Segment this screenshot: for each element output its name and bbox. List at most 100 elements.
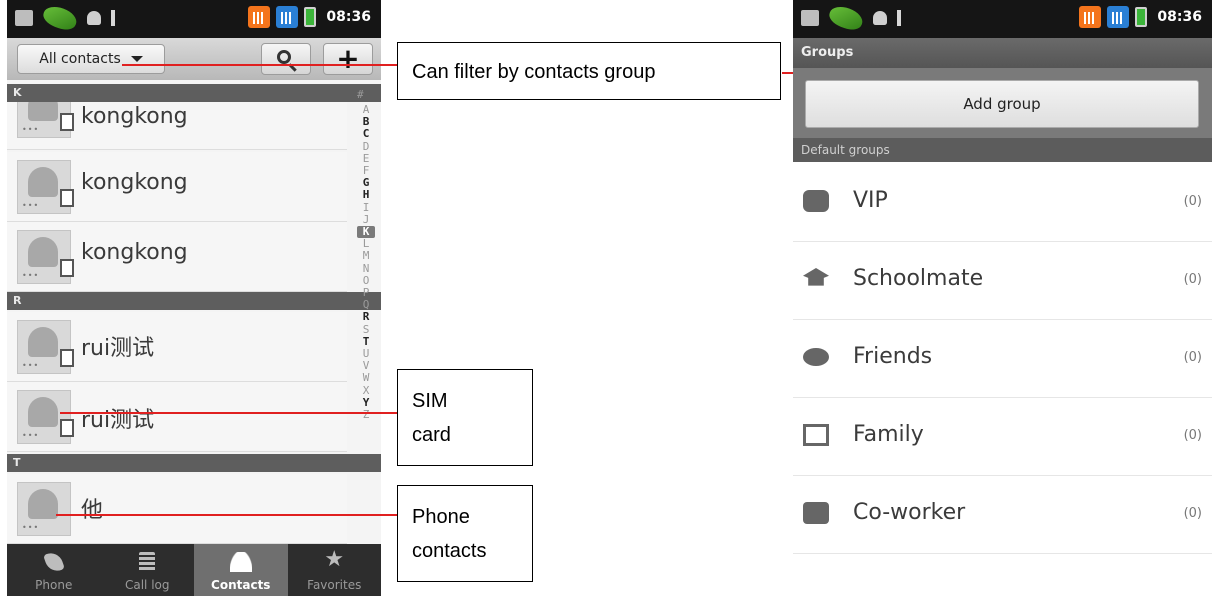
contact-row[interactable]: ••• rui测试 xyxy=(7,312,347,382)
status-clock: 08:36 xyxy=(1157,9,1202,25)
star-icon: ★ xyxy=(324,547,345,572)
android-avatar-icon xyxy=(28,327,58,357)
callout-line-2: card xyxy=(412,424,451,446)
sim-card-icon xyxy=(60,349,74,367)
group-count: (0) xyxy=(1183,194,1202,209)
index-letter[interactable]: I xyxy=(357,201,375,214)
callout-filter: Can filter by contacts group xyxy=(397,42,781,100)
group-count: (0) xyxy=(1183,428,1202,443)
signal-sim1-icon xyxy=(248,6,271,28)
section-header-k: K xyxy=(7,84,381,102)
dropdown-label: All contacts xyxy=(39,51,121,67)
contacts-toolbar: All contacts + xyxy=(7,38,381,80)
section-header-t: T xyxy=(7,454,381,472)
signal-sim1-icon xyxy=(1079,6,1102,28)
tab-label: Contacts xyxy=(211,578,271,592)
phone-icon xyxy=(42,549,65,575)
callout-line-1: Phone xyxy=(412,506,470,528)
friends-cup-icon xyxy=(803,348,829,366)
tab-label: Call log xyxy=(124,578,170,592)
contact-row[interactable]: ••• 他 xyxy=(7,474,347,544)
message-notification-icon xyxy=(801,10,819,26)
avatar: ••• xyxy=(17,320,74,374)
callout-phone-contacts: Phone contacts xyxy=(397,485,533,582)
contact-name: 他 xyxy=(81,498,104,523)
index-letter[interactable]: N xyxy=(357,262,375,275)
call-log-icon xyxy=(139,552,156,572)
android-avatar-icon xyxy=(28,167,58,197)
android-avatar-icon xyxy=(28,397,58,427)
graduation-cap-icon xyxy=(803,268,829,286)
sim-card-icon xyxy=(60,259,74,277)
contact-name: kongkong xyxy=(81,104,188,129)
search-icon xyxy=(277,50,291,64)
tab-contacts[interactable]: Contacts xyxy=(194,544,288,596)
android-debug-icon xyxy=(873,11,887,25)
group-name: Schoolmate xyxy=(853,266,984,291)
avatar: ••• xyxy=(17,160,74,214)
plus-icon: + xyxy=(336,42,360,75)
group-row-co-worker[interactable]: Co-worker (0) xyxy=(793,476,1212,554)
usb-icon xyxy=(111,10,115,26)
vip-badge-icon xyxy=(803,190,829,212)
status-clock: 08:36 xyxy=(326,9,371,25)
index-letter[interactable]: W xyxy=(357,372,375,384)
battery-icon xyxy=(1135,7,1148,27)
sim-card-icon xyxy=(60,189,74,207)
contact-row[interactable]: ••• rui测试 xyxy=(7,382,347,452)
android-avatar-icon xyxy=(28,489,58,519)
tab-phone[interactable]: Phone xyxy=(7,544,101,596)
app-notification-icon xyxy=(40,2,80,34)
avatar: ••• xyxy=(17,482,71,536)
status-bar: 08:36 xyxy=(7,0,381,38)
index-letter[interactable]: C xyxy=(357,128,375,140)
tab-favorites[interactable]: ★ Favorites xyxy=(288,544,382,596)
alphabet-index[interactable]: A B C D E F G H I J K L M N O P Q R S T … xyxy=(355,103,377,421)
tab-label: Favorites xyxy=(307,578,362,592)
callout-line-2: contacts xyxy=(412,540,487,562)
contact-row[interactable]: ••• kongkong xyxy=(7,152,347,222)
add-group-button[interactable]: Add group xyxy=(805,80,1199,128)
chevron-down-icon xyxy=(130,56,143,62)
contact-name: rui测试 xyxy=(81,336,155,361)
group-row-friends[interactable]: Friends (0) xyxy=(793,320,1212,398)
group-row-family[interactable]: Family (0) xyxy=(793,398,1212,476)
index-letter[interactable]: Z xyxy=(357,408,375,421)
battery-icon xyxy=(304,7,317,27)
avatar: ••• xyxy=(17,230,74,284)
avatar: ••• xyxy=(17,390,74,444)
android-debug-icon xyxy=(87,11,101,25)
status-bar: 08:36 xyxy=(793,0,1212,38)
signal-sim2-icon xyxy=(276,6,299,28)
sim-card-icon xyxy=(60,113,74,131)
group-name: Co-worker xyxy=(853,500,966,525)
android-avatar-icon xyxy=(28,237,58,267)
callout-line-1: SIM xyxy=(412,390,448,412)
message-notification-icon xyxy=(15,10,33,26)
index-letter[interactable]: D xyxy=(357,140,375,153)
family-portrait-icon xyxy=(803,424,829,446)
group-name: Friends xyxy=(853,344,933,369)
group-row-vip[interactable]: VIP (0) xyxy=(793,164,1212,242)
index-letter[interactable]: R xyxy=(357,311,375,323)
group-row-schoolmate[interactable]: Schoolmate (0) xyxy=(793,242,1212,320)
page-title: Groups xyxy=(793,38,1212,68)
index-letter[interactable]: H xyxy=(357,189,375,201)
group-count: (0) xyxy=(1183,272,1202,287)
add-contact-button[interactable]: + xyxy=(323,43,373,75)
callout-line-sim xyxy=(60,412,398,414)
index-letter[interactable]: M xyxy=(357,250,375,262)
index-top-symbol: # xyxy=(357,88,364,101)
app-notification-icon xyxy=(826,2,866,34)
contact-name: kongkong xyxy=(81,170,188,195)
contact-name: kongkong xyxy=(81,240,188,265)
default-groups-header: Default groups xyxy=(793,138,1212,162)
contacts-group-dropdown[interactable]: All contacts xyxy=(17,44,165,74)
callout-line-phone xyxy=(56,514,398,516)
tab-call-log[interactable]: Call log xyxy=(101,544,195,596)
usb-icon xyxy=(897,10,901,26)
contacts-screen: 08:36 All contacts + K ••• kongkong ••• … xyxy=(7,0,381,596)
group-name: VIP xyxy=(853,188,888,213)
search-button[interactable] xyxy=(261,43,311,75)
contact-row[interactable]: ••• kongkong xyxy=(7,222,347,292)
